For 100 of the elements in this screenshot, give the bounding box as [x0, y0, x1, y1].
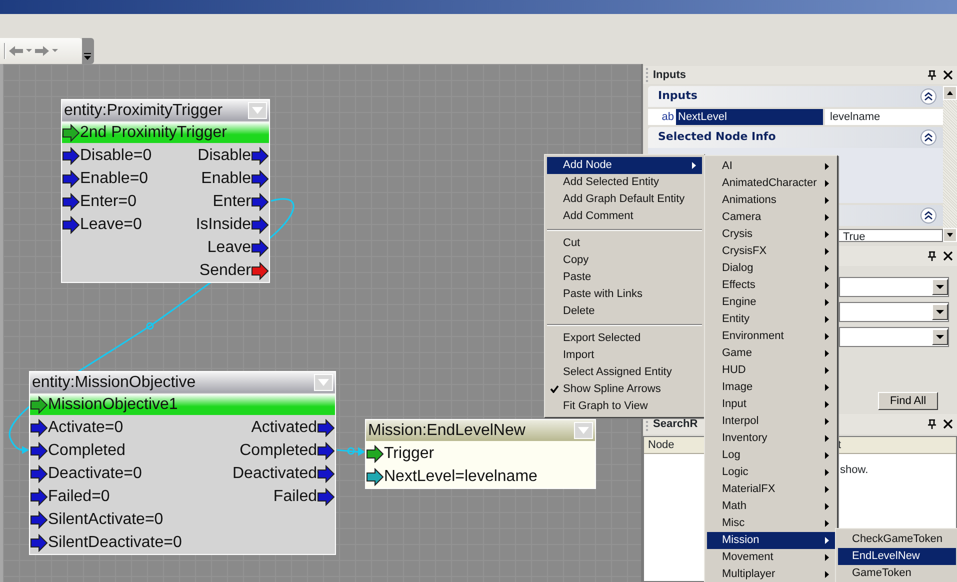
scroll-down-icon[interactable] [943, 228, 957, 242]
overflow-icon[interactable] [84, 52, 92, 61]
scrollbar[interactable] [943, 86, 957, 242]
menu-item[interactable]: Logic [707, 464, 835, 481]
dropdown-field[interactable] [839, 302, 949, 322]
menu-item[interactable]: Math [707, 498, 835, 515]
menu-item[interactable]: Input [707, 396, 835, 413]
menu-item[interactable]: AI [707, 158, 835, 175]
menu-item[interactable]: Show Spline Arrows [547, 381, 702, 398]
menu-item[interactable]: Fit Graph to View [547, 398, 702, 415]
port-arrow-icon[interactable] [62, 192, 80, 210]
port-arrow-icon[interactable] [62, 216, 80, 234]
close-icon[interactable] [943, 419, 953, 429]
collapse-icon[interactable] [920, 129, 937, 146]
close-icon[interactable] [943, 251, 953, 261]
port-arrow-icon[interactable] [251, 238, 269, 256]
pin-icon[interactable] [927, 251, 937, 261]
port-arrow-icon[interactable] [251, 170, 269, 188]
menu-item[interactable]: Export Selected [547, 330, 702, 347]
submenu-arrow-icon [825, 452, 829, 459]
port-arrow-icon[interactable] [317, 442, 335, 460]
menu-item[interactable]: Add Selected Entity [547, 174, 702, 191]
caret-icon[interactable] [936, 285, 944, 289]
port-arrow-icon[interactable] [30, 488, 48, 506]
section-header[interactable]: Selected Node Info [648, 127, 943, 148]
port-arrow-icon[interactable] [366, 468, 384, 486]
port-arrow-icon[interactable] [317, 464, 335, 482]
collapse-icon[interactable] [920, 88, 937, 105]
menu-item[interactable]: Add Node [547, 157, 702, 174]
scroll-up-icon[interactable] [943, 86, 957, 100]
menu-item[interactable]: Camera [707, 209, 835, 226]
menu-item[interactable]: Movement [707, 549, 835, 566]
port-arrow-icon[interactable] [30, 418, 48, 436]
menu-item[interactable]: Copy [547, 252, 702, 269]
forward-arrow-icon[interactable] [35, 46, 49, 56]
property-name[interactable]: NextLevel [676, 109, 823, 125]
port-arrow-icon[interactable] [366, 444, 384, 462]
menu-item[interactable]: Misc [707, 515, 835, 532]
menu-item[interactable]: Animations [707, 192, 835, 209]
menu-item[interactable]: CrysisFX [707, 243, 835, 260]
menu-item[interactable]: Image [707, 379, 835, 396]
menu-item[interactable]: Environment [707, 328, 835, 345]
menu-item[interactable]: Paste [547, 269, 702, 286]
menu-item[interactable]: Add Comment [547, 208, 702, 225]
menu-item[interactable]: Cut [547, 235, 702, 252]
value-field[interactable]: True [838, 229, 943, 242]
menu-item[interactable]: Multiplayer [707, 566, 835, 582]
dropdown-field[interactable] [839, 277, 949, 297]
port-arrow-icon[interactable] [317, 418, 335, 436]
menu-item[interactable]: Add Graph Default Entity [547, 191, 702, 208]
port-arrow-icon[interactable] [30, 396, 48, 414]
menu-item[interactable]: Delete [547, 303, 702, 320]
menu-item[interactable]: Dialog [707, 260, 835, 277]
section-header[interactable]: Inputs [648, 86, 943, 107]
menu-item[interactable]: Engine [707, 294, 835, 311]
menu-item[interactable]: Mission [707, 532, 835, 549]
port-arrow-icon[interactable] [251, 146, 269, 164]
port-label: Enter [212, 192, 251, 212]
port-arrow-icon[interactable] [30, 534, 48, 552]
caret-icon[interactable] [936, 335, 944, 339]
menu-item[interactable]: AnimatedCharacter [707, 175, 835, 192]
menu-item[interactable]: Crysis [707, 226, 835, 243]
close-icon[interactable] [943, 70, 953, 80]
port-arrow-icon[interactable] [62, 146, 80, 164]
pin-icon[interactable] [927, 419, 937, 429]
port-arrow-icon[interactable] [62, 124, 80, 142]
port-arrow-icon[interactable] [251, 262, 269, 280]
port-arrow-icon[interactable] [251, 216, 269, 234]
menu-item[interactable]: Select Assigned Entity [547, 364, 702, 381]
pin-icon[interactable] [927, 70, 937, 80]
submenu-arrow-icon [692, 162, 696, 169]
menu-item[interactable]: Entity [707, 311, 835, 328]
menu-item[interactable]: MaterialFX [707, 481, 835, 498]
menu-item[interactable]: Interpol [707, 413, 835, 430]
menu-item[interactable]: HUD [707, 362, 835, 379]
back-arrow-icon[interactable] [9, 46, 23, 56]
menu-item[interactable]: CheckGameToken [838, 531, 956, 548]
menu-item[interactable]: Import [547, 347, 702, 364]
port-arrow-icon[interactable] [62, 170, 80, 188]
port-arrow-icon[interactable] [317, 488, 335, 506]
submenu-arrow-icon [825, 265, 829, 272]
menu-item[interactable]: GameToken [838, 565, 956, 582]
section-title: Inputs [658, 88, 698, 104]
port-arrow-icon[interactable] [30, 510, 48, 528]
collapse-icon[interactable] [920, 207, 937, 224]
caret-icon[interactable] [936, 310, 944, 314]
port-arrow-icon[interactable] [30, 464, 48, 482]
menu-item[interactable]: Log [707, 447, 835, 464]
toolbar-overflow-button[interactable] [82, 38, 94, 64]
menu-item[interactable]: Inventory [707, 430, 835, 447]
find-all-button[interactable]: Find All [878, 392, 938, 410]
menu-item[interactable]: Game [707, 345, 835, 362]
panel-title: Inputs [653, 68, 686, 83]
node-title: entity:MissionObjective [32, 372, 196, 392]
menu-item[interactable]: EndLevelNew [838, 548, 956, 565]
port-arrow-icon[interactable] [30, 442, 48, 460]
dropdown-field[interactable] [839, 327, 949, 347]
menu-item[interactable]: Paste with Links [547, 286, 702, 303]
menu-item[interactable]: Effects [707, 277, 835, 294]
port-arrow-icon[interactable] [251, 192, 269, 210]
